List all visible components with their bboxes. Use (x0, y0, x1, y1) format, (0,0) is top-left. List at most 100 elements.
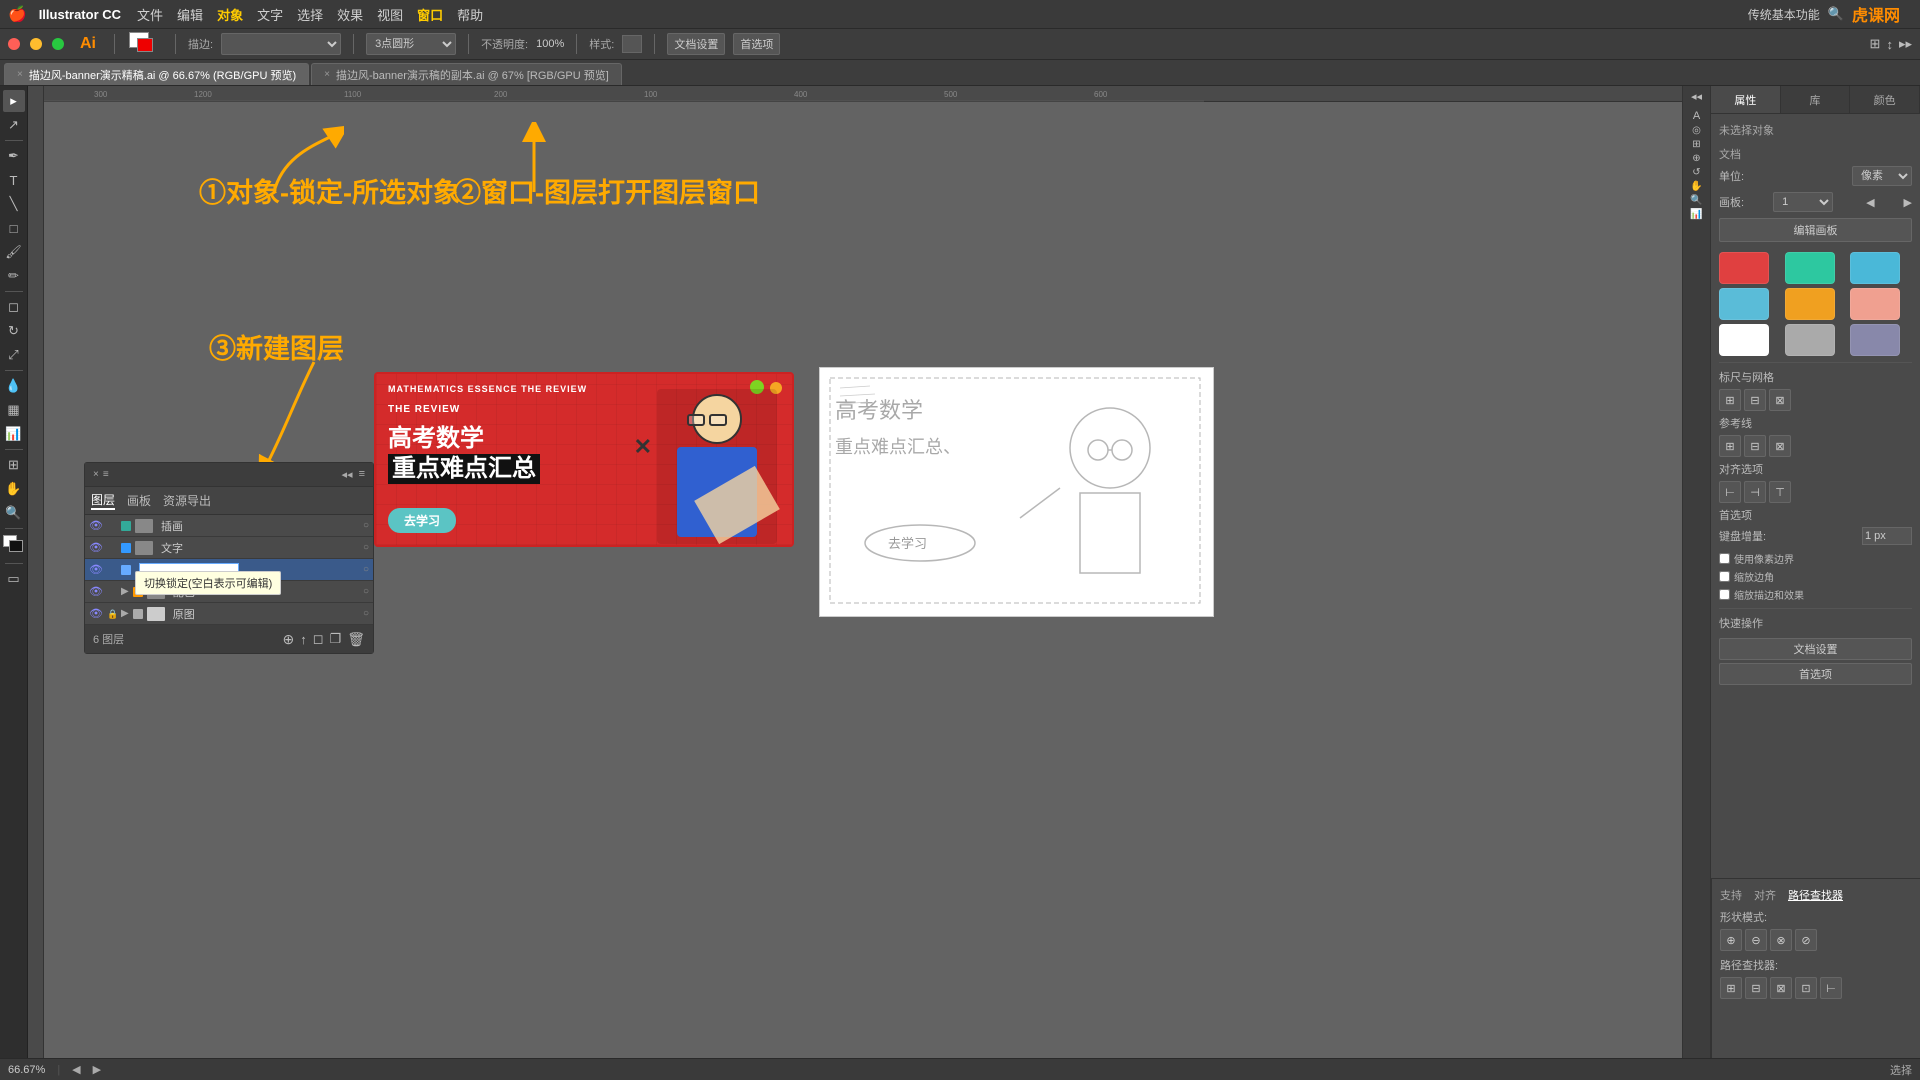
tab-pathfinder[interactable]: 路径查找器 (1788, 887, 1843, 903)
layer-target-chuhua[interactable]: ○ (363, 520, 369, 531)
preferences-right-btn[interactable]: 首选项 (1719, 663, 1912, 685)
zoom-in-icon[interactable]: ↕ (1886, 37, 1893, 52)
layers-tab[interactable]: 图层 (91, 491, 115, 510)
more-icon[interactable]: ▸▸ (1899, 36, 1912, 52)
visibility-icon-editing[interactable]: 👁 (89, 563, 103, 577)
tab-close-2[interactable]: × (324, 69, 330, 80)
maximize-button[interactable] (52, 38, 64, 50)
scale-stroke-checkbox[interactable] (1719, 589, 1730, 600)
guide-btn-1[interactable]: ⊞ (1719, 435, 1741, 457)
tab-transform[interactable]: 支持 (1720, 887, 1742, 903)
strip-icon-1[interactable]: A (1693, 110, 1700, 122)
strip-icon-7[interactable]: 🔍 (1690, 195, 1702, 206)
expand-yuantu[interactable]: ▶ (121, 608, 129, 619)
ruler-btn[interactable]: ⊞ (1719, 389, 1741, 411)
close-button[interactable] (8, 38, 20, 50)
layer-target-yuantu[interactable]: ○ (363, 608, 369, 619)
align-center-btn[interactable]: ⊣ (1744, 481, 1766, 503)
type-tool[interactable]: T (3, 169, 25, 191)
shape-minus-btn[interactable]: ⊖ (1745, 929, 1767, 951)
hand-tool[interactable]: ✋ (3, 478, 25, 500)
lock-icon-editing[interactable] (107, 565, 117, 575)
pf-btn-4[interactable]: ⊡ (1795, 977, 1817, 999)
line-tool[interactable]: ╲ (3, 193, 25, 215)
lock-icon-chuhua[interactable] (107, 521, 117, 531)
zoom-decrease-btn[interactable]: ◀ (72, 1063, 80, 1076)
shape-exclude-btn[interactable]: ⊘ (1795, 929, 1817, 951)
menu-edit[interactable]: 编辑 (177, 5, 203, 24)
strip-icon-2[interactable]: ◎ (1692, 125, 1701, 136)
tab-align[interactable]: 对齐 (1754, 887, 1776, 903)
strip-icon-5[interactable]: ↺ (1692, 167, 1700, 178)
duplicate-layer-btn[interactable]: ❐ (330, 631, 342, 647)
menu-help[interactable]: 帮助 (457, 5, 483, 24)
layer-target-editing[interactable]: ○ (363, 564, 369, 575)
paintbrush-tool[interactable]: 🖌 (3, 241, 25, 263)
shape-unite-btn[interactable]: ⊕ (1720, 929, 1742, 951)
stroke-style-select[interactable] (221, 33, 341, 55)
menu-file[interactable]: 文件 (137, 5, 163, 24)
lock-icon-wenzi[interactable] (107, 543, 117, 553)
point-shape-select[interactable]: 3点圆形 (366, 33, 456, 55)
swatch-red[interactable] (1719, 252, 1769, 284)
artboards-tab[interactable]: 画板 (127, 492, 151, 509)
pf-btn-3[interactable]: ⊠ (1770, 977, 1792, 999)
menu-object[interactable]: 对象 (217, 5, 243, 24)
visibility-icon-yuantu[interactable]: 👁 (89, 607, 103, 621)
visibility-icon-wenzi[interactable]: 👁 (89, 541, 103, 555)
artboard-prev[interactable]: ◀ (1866, 196, 1874, 209)
template-btn[interactable]: ◻ (313, 631, 324, 647)
tab-properties[interactable]: 属性 (1711, 86, 1781, 113)
menu-text[interactable]: 文字 (257, 5, 283, 24)
pencil-tool[interactable]: ✏ (3, 265, 25, 287)
scale-tool[interactable]: ⤢ (3, 344, 25, 366)
tab-copy[interactable]: × 描边风-banner演示稿的副本.ai @ 67% [RGB/GPU 预览] (311, 63, 622, 85)
snap-pixel-checkbox[interactable] (1719, 553, 1730, 564)
doc-settings-right-btn[interactable]: 文档设置 (1719, 638, 1912, 660)
collapse-icon[interactable]: ◂◂ (342, 468, 353, 481)
guide-btn-3[interactable]: ⊠ (1769, 435, 1791, 457)
strip-icon-4[interactable]: ⊕ (1692, 153, 1700, 164)
assets-tab[interactable]: 资源导出 (163, 492, 211, 509)
zoom-increase-btn[interactable]: ▶ (93, 1063, 101, 1076)
align-right-btn[interactable]: ⊤ (1769, 481, 1791, 503)
swatch-orange[interactable] (1785, 288, 1835, 320)
fill-stroke-mini[interactable] (3, 535, 25, 557)
guide-btn-2[interactable]: ⊟ (1744, 435, 1766, 457)
swatch-cyan[interactable] (1719, 288, 1769, 320)
grid-btn[interactable]: ⊟ (1744, 389, 1766, 411)
rotate-tool[interactable]: ↻ (3, 320, 25, 342)
lock-icon-yuantu[interactable]: 🔒 (107, 609, 117, 619)
search-icon[interactable]: 🔍 (1828, 6, 1844, 22)
doc-settings-toolbar-btn[interactable]: 文档设置 (667, 33, 725, 55)
panel-menu-icon[interactable]: ≡ (359, 468, 365, 481)
pf-btn-1[interactable]: ⊞ (1720, 977, 1742, 999)
edit-artboard-btn[interactable]: 编辑画板 (1719, 218, 1912, 242)
tab-close-1[interactable]: × (17, 69, 23, 80)
arrange-icon[interactable]: ⊞ (1870, 36, 1881, 52)
eyedropper-tool[interactable]: 💧 (3, 375, 25, 397)
artboard-next[interactable]: ▶ (1904, 196, 1912, 209)
swatch-teal[interactable] (1785, 252, 1835, 284)
minimize-button[interactable] (30, 38, 42, 50)
swatch-salmon[interactable] (1850, 288, 1900, 320)
artboard-tool[interactable]: ⊞ (3, 454, 25, 476)
tab-library[interactable]: 库 (1781, 86, 1851, 113)
lock-icon-peise[interactable] (107, 587, 117, 597)
kb-increment-input[interactable] (1862, 527, 1912, 545)
menu-window[interactable]: 窗口 (417, 5, 443, 24)
corner-checkbox[interactable] (1719, 571, 1730, 582)
graph-tool[interactable]: 📊 (3, 423, 25, 445)
tab-color[interactable]: 颜色 (1850, 86, 1920, 113)
new-sublayer-btn[interactable]: ⊕ (283, 631, 295, 648)
menu-select[interactable]: 选择 (297, 5, 323, 24)
expand-peise[interactable]: ▶ (121, 586, 129, 597)
swatch-white[interactable] (1719, 324, 1769, 356)
stroke-fill-control[interactable] (127, 30, 163, 58)
delete-layer-btn[interactable]: 🗑 (347, 631, 365, 648)
change-screen-mode[interactable]: ▭ (3, 568, 25, 590)
layer-row-yuantu[interactable]: 👁 🔒 ▶ 原图 ○ (85, 603, 373, 625)
swatch-light-blue[interactable] (1850, 252, 1900, 284)
preferences-toolbar-btn[interactable]: 首选项 (733, 33, 780, 55)
strip-icon-8[interactable]: 📊 (1690, 209, 1702, 220)
